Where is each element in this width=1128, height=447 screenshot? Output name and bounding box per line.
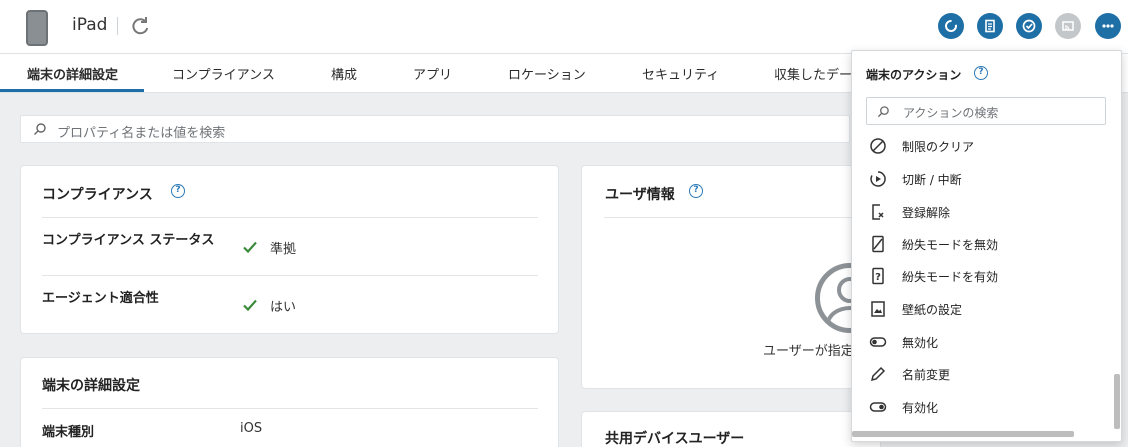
disconnect-icon: [870, 171, 886, 187]
tab-device-details[interactable]: 端末の詳細設定: [27, 64, 118, 83]
check-icon: [243, 241, 257, 254]
menu-item-unenroll[interactable]: 登録解除: [852, 197, 1107, 227]
device-actions-menu: 端末のアクション ? アクションの検索 制限のクリア 切断 / 中断 登録解除 …: [851, 50, 1122, 442]
tab-location[interactable]: ロケーション: [508, 64, 586, 83]
tab-collected-data[interactable]: 収集したデー: [774, 64, 852, 83]
card-title: ユーザ情報: [605, 187, 675, 203]
check-icon: [243, 299, 257, 312]
menu-item-label: 登録解除: [902, 206, 951, 220]
divider: [117, 17, 118, 35]
compliance-check-button[interactable]: [1016, 13, 1042, 39]
menu-item-disable[interactable]: 無効化: [852, 327, 1107, 357]
device-name: iPad: [72, 15, 108, 35]
search-placeholder: プロパティ名または値を検索: [57, 126, 226, 141]
help-icon[interactable]: ?: [171, 184, 185, 198]
wallpaper-icon: [871, 301, 885, 317]
shared-device-users-card: 共用デバイスユーザー: [581, 411, 881, 447]
no-user-message: ユーザーが指定: [763, 344, 854, 359]
device-details-card: 端末の詳細設定 端末種別 iOS: [20, 357, 559, 447]
active-tab-indicator: [0, 89, 144, 92]
menu-item-label: 制限のクリア: [902, 140, 975, 154]
menu-item-label: 紛失モードを無効: [902, 238, 999, 252]
help-icon[interactable]: ?: [974, 66, 988, 80]
card-title: 共用デバイスユーザー: [605, 431, 745, 447]
sync-button[interactable]: [938, 13, 964, 39]
more-icon: [1102, 24, 1114, 28]
agent-compliance-label: エージェント適合性: [42, 291, 159, 306]
divider: [42, 217, 538, 218]
svg-text:?: ?: [875, 272, 881, 283]
compliance-status-label: コンプライアンス ステータス: [42, 233, 215, 248]
tab-compliance[interactable]: コンプライアンス: [172, 64, 275, 83]
cast-button[interactable]: [1055, 13, 1081, 39]
lost-mode-off-icon: [872, 235, 884, 253]
card-title: コンプライアンス: [42, 187, 153, 203]
agent-compliance-value: はい: [270, 300, 297, 315]
search-placeholder: アクションの検索: [903, 106, 999, 120]
menu-item-disable-lost-mode[interactable]: 紛失モードを無効: [852, 229, 1107, 259]
compliance-status-value: 準拠: [270, 242, 297, 257]
device-type-label: 端末種別: [42, 425, 95, 440]
menu-item-label: 切断 / 中断: [902, 173, 962, 187]
menu-item-label: 名前変更: [902, 368, 951, 382]
more-actions-button[interactable]: [1095, 13, 1121, 39]
horizontal-scrollbar[interactable]: [852, 431, 1074, 437]
menu-item-rename[interactable]: 名前変更: [852, 359, 1107, 389]
menu-item-enable-lost-mode[interactable]: ? 紛失モードを有効: [852, 261, 1107, 291]
help-icon[interactable]: ?: [689, 184, 703, 198]
divider: [42, 275, 538, 276]
vertical-scrollbar[interactable]: [1114, 374, 1120, 429]
check-circle-icon: [1022, 19, 1036, 33]
property-search-input[interactable]: プロパティ名または値を検索: [20, 115, 850, 143]
toggle-off-icon: [869, 337, 887, 347]
cast-icon: [1062, 21, 1074, 31]
lost-mode-on-icon: ?: [872, 267, 884, 285]
menu-item-label: 有効化: [902, 401, 939, 415]
divider: [42, 408, 538, 409]
tab-apps[interactable]: アプリ: [413, 64, 452, 83]
menu-item-set-wallpaper[interactable]: 壁紙の設定: [852, 294, 1107, 324]
clear-restriction-icon: [870, 138, 886, 154]
device-type-value: iOS: [240, 421, 263, 436]
pencil-icon: [870, 366, 886, 382]
tab-security[interactable]: セキュリティ: [642, 64, 719, 83]
menu-item-clear-restrictions[interactable]: 制限のクリア: [852, 131, 1107, 161]
menu-item-disconnect[interactable]: 切断 / 中断: [852, 164, 1107, 194]
user-info-card: ユーザ情報 ? ユーザーが指定: [581, 165, 885, 389]
sync-icon: [945, 20, 957, 32]
menu-item-label: 紛失モードを有効: [902, 270, 999, 284]
card-title: 端末の詳細設定: [42, 378, 140, 394]
menu-item-label: 無効化: [902, 336, 939, 350]
toggle-on-icon: [869, 402, 887, 412]
menu-title: 端末のアクション: [866, 68, 962, 82]
unenroll-icon: [872, 204, 884, 220]
tablet-icon: [26, 10, 48, 46]
search-icon: [34, 123, 46, 135]
search-icon: [877, 106, 889, 118]
tab-configuration[interactable]: 構成: [331, 64, 357, 83]
document-button[interactable]: [977, 13, 1003, 39]
refresh-icon[interactable]: [128, 14, 152, 38]
menu-item-label: 壁紙の設定: [902, 303, 963, 317]
action-search-input[interactable]: アクションの検索: [866, 97, 1106, 125]
compliance-card: コンプライアンス ? コンプライアンス ステータス 準拠 エージェント適合性 は…: [20, 165, 559, 334]
device-header: iPad: [0, 0, 1128, 54]
document-icon: [985, 19, 995, 33]
menu-item-enable[interactable]: 有効化: [852, 392, 1107, 422]
divider: [604, 217, 882, 218]
